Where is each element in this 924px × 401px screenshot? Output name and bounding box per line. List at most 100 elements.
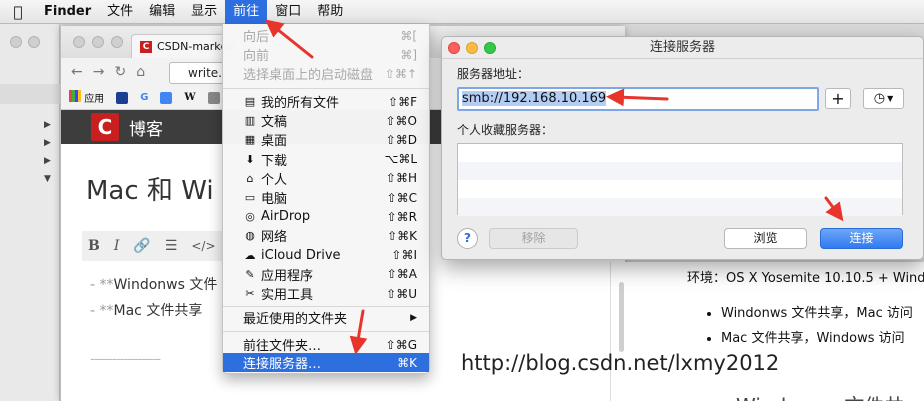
disclosure-triangle-icon[interactable]: ▶ <box>44 156 51 166</box>
submenu-arrow-icon: ▶ <box>410 312 417 323</box>
menu-file[interactable]: 文件 <box>99 0 141 24</box>
server-address-label: 服务器地址： <box>457 67 530 81</box>
preview-bullet-list: Windonws 文件共享，Mac 访问 Mac 文件共享，Windows 访问 <box>721 302 913 352</box>
disclosure-triangle-icon[interactable]: ▼ <box>44 174 51 184</box>
menu-item-place[interactable]: ⌂ 个人 ⇧⌘H <box>223 169 429 188</box>
editor-toolbar: B I 🔗 ☰ </> <box>82 231 242 261</box>
airdrop-icon: ◎ <box>245 210 255 224</box>
translate-icon[interactable] <box>160 91 173 104</box>
post-title[interactable]: Mac 和 Wi <box>86 170 214 207</box>
list-item: Windonws 文件共享，Mac 访问 <box>721 302 913 321</box>
forward-icon[interactable]: → <box>93 64 105 80</box>
chevron-down-icon: ▼ <box>887 94 894 103</box>
downloads-icon: ⬇ <box>245 152 255 166</box>
url-bar[interactable]: write. <box>169 62 225 84</box>
browser-traffic-lights[interactable] <box>73 36 123 48</box>
list-item[interactable] <box>458 180 902 198</box>
server-address-input[interactable]: smb://192.168.10.169 <box>457 87 819 111</box>
paw-icon[interactable] <box>116 91 129 104</box>
blog-title[interactable]: 博客 <box>129 115 163 140</box>
list-item[interactable] <box>458 162 902 180</box>
applications-icon: ✎ <box>245 267 255 281</box>
help-button[interactable]: ? <box>457 228 478 249</box>
back-icon[interactable]: ← <box>71 64 83 80</box>
apps-bookmark[interactable]: 应用 <box>69 90 104 105</box>
home-icon: ⌂ <box>246 171 254 185</box>
list-item[interactable] <box>458 198 902 216</box>
code-button[interactable]: </> <box>191 239 215 253</box>
markdown-rule[interactable]: ------------------- <box>90 352 161 367</box>
preview-scrollbar[interactable] <box>619 282 624 352</box>
menu-item-shortcut: ⇧⌘D <box>385 132 417 147</box>
recent-servers-button[interactable]: ◷ ▼ <box>863 88 904 109</box>
go-menu: 向后 ⌘[ 向前 ⌘] 选择桌面上的启动磁盘 ⇧⌘↑ ▤ 我的所有文件 ⇧⌘F ▥ 文稿 ⇧⌘O… <box>222 24 430 374</box>
menu-view[interactable]: 显示 <box>183 0 225 24</box>
preview-heading: Windonws 文件共 <box>736 390 904 401</box>
apple-icon[interactable]:  <box>0 3 36 21</box>
csdn-logo-icon: C <box>140 40 152 53</box>
remove-button[interactable]: 移除 <box>489 228 578 249</box>
menu-item-connect-server[interactable]: 连接服务器… ⌘K <box>223 353 429 372</box>
add-favorite-button[interactable]: + <box>825 88 851 109</box>
dialog-title: 连接服务器 <box>649 40 715 55</box>
disclosure-triangle-icon[interactable]: ▶ <box>44 138 51 148</box>
list-item: Mac 文件共享，Windows 访问 <box>721 327 913 346</box>
zoom-icon[interactable] <box>484 42 496 54</box>
menu-edit[interactable]: 编辑 <box>141 0 183 24</box>
network-icon: ◍ <box>245 229 255 243</box>
csdn-logo-icon[interactable]: C <box>91 113 119 141</box>
close-icon[interactable] <box>448 42 460 54</box>
reload-icon[interactable]: ↻ <box>114 64 126 80</box>
favorite-servers-list[interactable] <box>457 143 903 216</box>
menu-help[interactable]: 帮助 <box>309 0 351 24</box>
connect-button[interactable]: 连接 <box>820 228 903 249</box>
menu-go[interactable]: 前往 <box>225 0 268 24</box>
menu-separator <box>223 331 429 332</box>
menu-item-place[interactable]: ▦ 桌面 ⇧⌘D <box>223 130 429 150</box>
favorite-servers-label: 个人收藏服务器： <box>457 123 554 137</box>
list-item[interactable] <box>458 144 902 162</box>
menu-item-shortcut: ⇧⌘K <box>387 228 417 243</box>
menu-item-place[interactable]: ▤ 我的所有文件 ⇧⌘F <box>223 92 429 112</box>
google-bookmark[interactable]: G <box>140 92 148 103</box>
menu-item-label: 下载 <box>261 153 288 169</box>
menu-item-shortcut: ⌥⌘L <box>384 152 417 167</box>
quote-icon[interactable]: ☰ <box>165 238 178 254</box>
menu-item-shortcut: ⇧⌘R <box>386 209 417 224</box>
all-files-icon: ▤ <box>244 95 256 108</box>
markdown-line[interactable]: - **Windonws 文件 <box>90 274 217 294</box>
menu-item-label: 应用程序 <box>261 268 314 284</box>
minimize-icon[interactable] <box>466 42 478 54</box>
menu-item-recent-folders[interactable]: 最近使用的文件夹 ▶ <box>223 308 429 327</box>
menu-item-place[interactable]: ▭ 电脑 ⇧⌘C <box>223 188 429 208</box>
menu-item-shortcut: ⇧⌘O <box>385 113 418 128</box>
disclosure-triangle-icon[interactable]: ▶ <box>44 120 51 130</box>
menu-item-place[interactable]: ◍ 网络 ⇧⌘K <box>223 226 429 246</box>
menu-item-label: 个人 <box>261 172 288 188</box>
menu-item-place[interactable]: ◎ AirDrop ⇧⌘R <box>223 207 429 226</box>
menu-finder[interactable]: Finder <box>36 0 99 24</box>
menu-item-place[interactable]: ☁ iCloud Drive ⇧⌘I <box>223 246 429 265</box>
menu-separator <box>223 306 429 307</box>
bookmark-icon[interactable] <box>207 91 220 104</box>
menu-item-place[interactable]: ▥ 文稿 ⇧⌘O <box>223 111 429 131</box>
markdown-line[interactable]: - **Mac 文件共享 <box>90 300 202 320</box>
menu-item-go-to-folder[interactable]: 前往文件夹… ⇧⌘G <box>223 335 429 355</box>
menu-item-label: 实用工具 <box>261 288 314 303</box>
wikipedia-bookmark[interactable]: W <box>184 92 195 103</box>
link-icon[interactable]: 🔗 <box>133 238 150 254</box>
finder-folder-row[interactable] <box>0 84 60 104</box>
menu-item-label: 网络 <box>261 230 288 246</box>
menu-item-shortcut: ⇧⌘F <box>388 94 417 109</box>
menu-window[interactable]: 窗口 <box>267 0 309 24</box>
home-icon[interactable]: ⌂ <box>136 64 145 80</box>
menu-item-place[interactable]: ✎ 应用程序 ⇧⌘A <box>223 265 429 284</box>
italic-button[interactable]: I <box>114 238 120 254</box>
menu-item-place[interactable]: ✂ 实用工具 ⇧⌘U <box>223 284 429 304</box>
browse-button[interactable]: 浏览 <box>724 228 807 249</box>
menu-item-place[interactable]: ⬇ 下载 ⌥⌘L <box>223 150 429 169</box>
bold-button[interactable]: B <box>88 238 100 254</box>
menu-item-label: AirDrop <box>261 209 311 225</box>
dialog-titlebar: 连接服务器 <box>442 37 923 59</box>
connect-server-dialog: 连接服务器 服务器地址： smb://192.168.10.169 + ◷ ▼ … <box>441 36 924 260</box>
